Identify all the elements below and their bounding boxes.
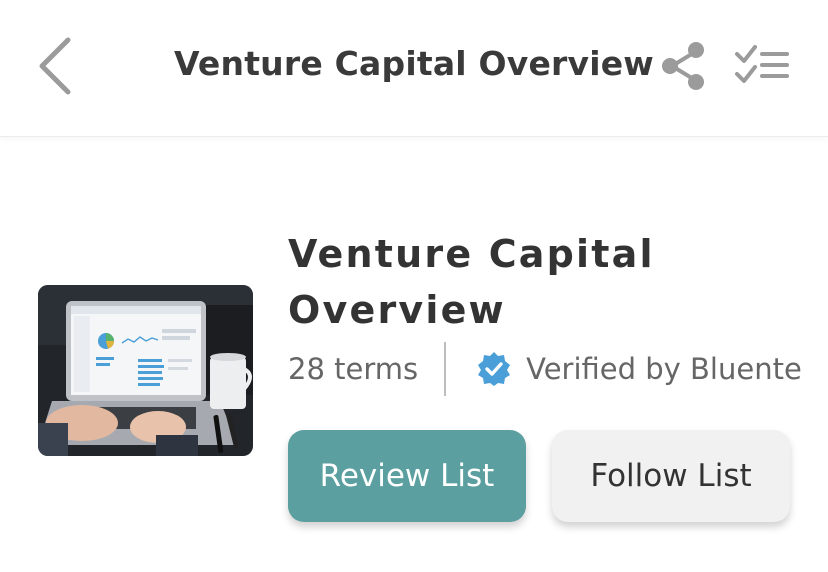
verified-badge-icon <box>478 352 511 386</box>
checklist-icon <box>735 45 789 83</box>
page-title: Venture Capital Overview <box>174 44 654 83</box>
list-meta: 28 terms Verified by Bluente <box>288 340 802 398</box>
list-title-line2: Overview <box>288 288 506 332</box>
laptop-dashboard-photo <box>38 285 253 456</box>
list-thumbnail <box>38 285 253 456</box>
verified-by-label: Verified by Bluente <box>526 352 802 386</box>
meta-divider <box>444 342 447 396</box>
share-icon <box>662 42 704 90</box>
list-title-line1: Venture Capital <box>288 232 655 276</box>
list-title: Venture Capital Overview <box>288 226 808 338</box>
follow-list-button[interactable]: Follow List <box>552 430 790 522</box>
chevron-left-icon <box>39 37 71 95</box>
share-button[interactable] <box>658 40 710 92</box>
checklist-button[interactable] <box>734 42 790 88</box>
review-list-button[interactable]: Review List <box>288 430 526 522</box>
terms-count: 28 terms <box>288 352 419 386</box>
app-header: Venture Capital Overview <box>0 0 828 137</box>
back-button[interactable] <box>30 34 80 98</box>
